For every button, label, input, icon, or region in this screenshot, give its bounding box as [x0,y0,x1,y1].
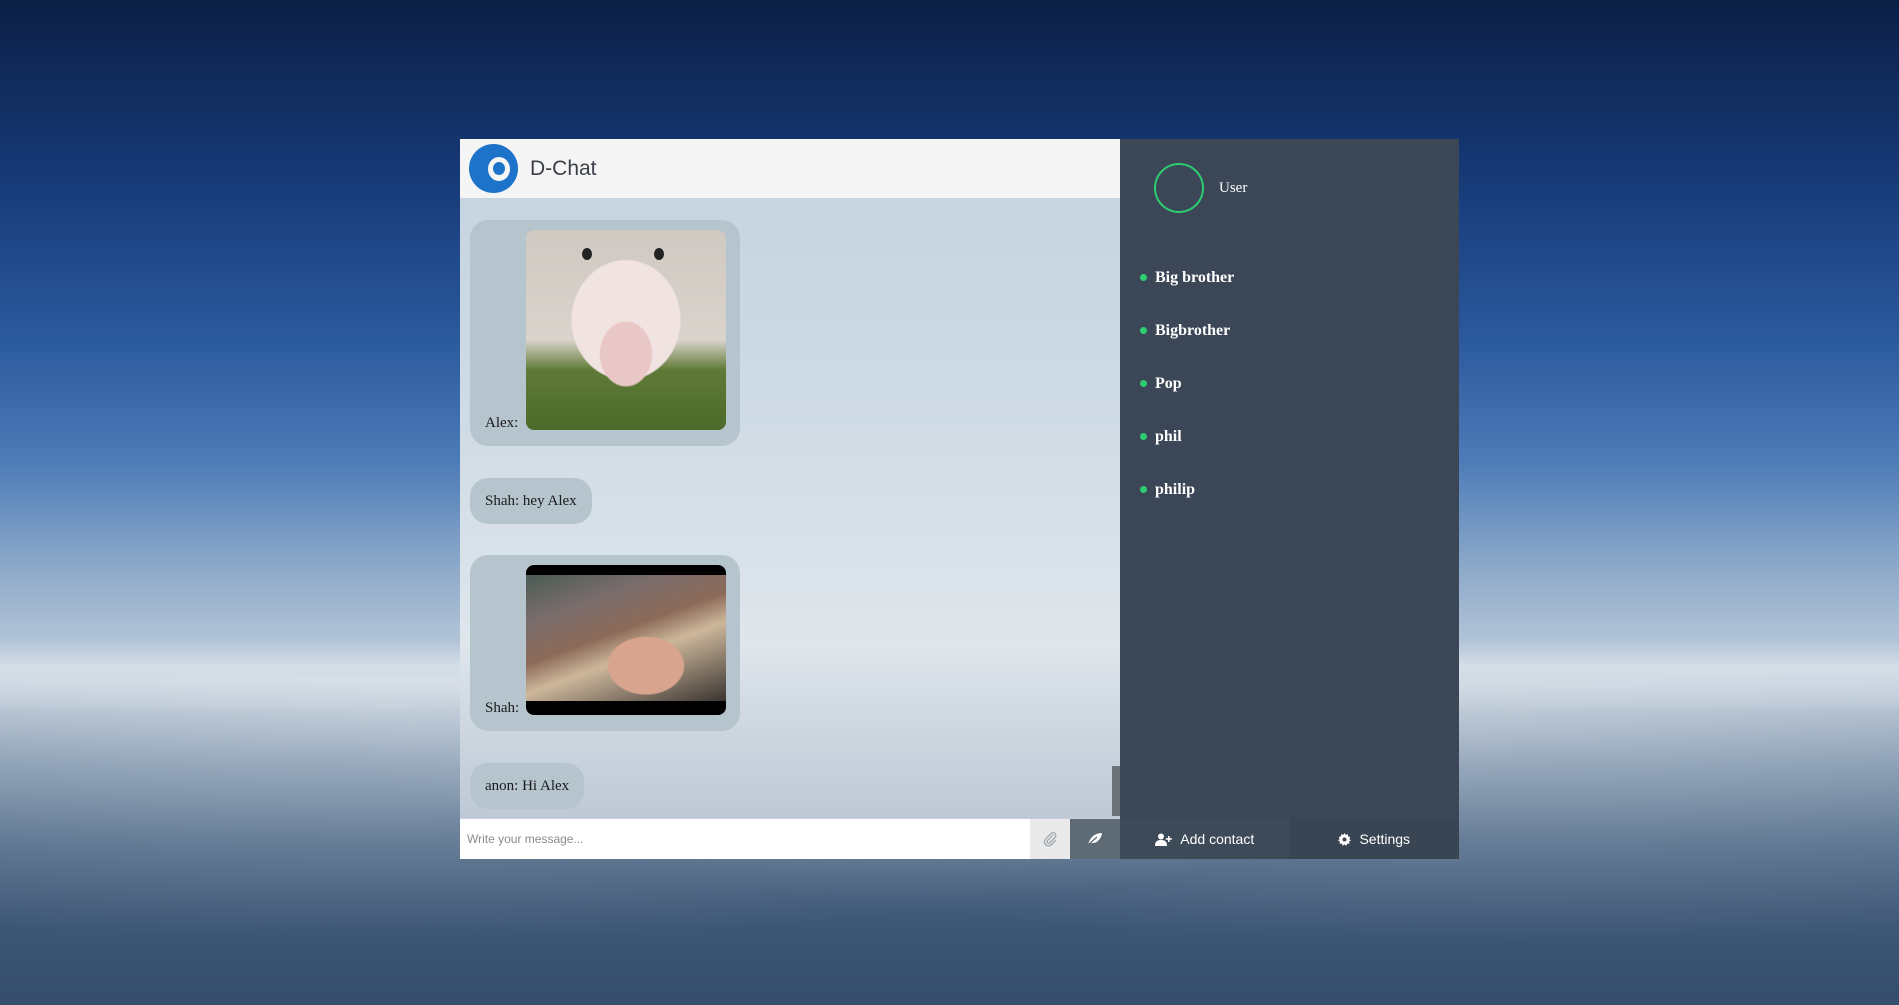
gear-icon [1338,832,1352,846]
app-title: D-Chat [530,156,597,180]
current-user[interactable]: User [1154,163,1247,213]
online-status-icon [1140,486,1147,493]
contact-item[interactable]: phil [1140,410,1234,463]
contact-name: philip [1155,480,1196,498]
leaf-send-icon [1087,833,1102,846]
online-status-icon [1140,433,1147,440]
message-bubble: Alex: [470,220,740,446]
sidebar-footer: Add contact Settings [1120,819,1459,859]
paperclip-icon [1043,832,1057,847]
message-scrollbar[interactable] [1112,766,1120,816]
add-user-icon [1155,833,1173,846]
user-name: User [1219,179,1248,196]
contact-name: Pop [1155,374,1182,392]
contact-name: Big brother [1155,268,1235,286]
message-bubble: Shah: hey Alex [470,478,592,524]
send-button[interactable] [1070,819,1120,859]
online-status-icon [1140,274,1147,281]
online-status-icon [1140,380,1147,387]
message-text: anon: Hi Alex [485,777,570,794]
add-contact-button[interactable]: Add contact [1120,819,1290,859]
message-sender: Shah: [485,700,520,716]
pig-photo-image[interactable] [526,230,726,430]
message-text: Shah: hey Alex [485,492,577,509]
d-chat-logo-icon [469,144,518,193]
online-status-icon [1140,327,1147,334]
contacts-sidebar: User Big brother Bigbrother Pop phil phi… [1120,139,1459,859]
message-sender: Alex: [485,415,519,431]
message-input[interactable] [460,819,1030,859]
chat-panel: D-Chat Alex: Shah: hey Alex Shah: anon: … [460,139,1120,859]
message-bubble: Shah: [470,555,740,731]
settings-label: Settings [1359,831,1411,847]
contact-item[interactable]: Bigbrother [1140,304,1234,357]
avatar[interactable] [1154,163,1204,213]
contact-item[interactable]: Pop [1140,357,1234,410]
settings-button[interactable]: Settings [1289,819,1459,859]
chat-app-window: D-Chat Alex: Shah: hey Alex Shah: anon: … [460,139,1459,859]
message-list[interactable]: Alex: Shah: hey Alex Shah: anon: Hi Alex [460,198,1120,818]
add-contact-label: Add contact [1180,831,1255,847]
contact-name: Bigbrother [1155,321,1231,339]
pig-sleeping-image[interactable] [526,565,726,715]
chat-header: D-Chat [460,139,1120,198]
message-bubble: anon: Hi Alex [470,763,585,809]
contact-name: phil [1155,427,1182,445]
attach-button[interactable] [1030,819,1070,859]
contact-item[interactable]: Big brother [1140,251,1234,304]
message-composer [460,818,1120,859]
contact-item[interactable]: philip [1140,463,1234,516]
contact-list: Big brother Bigbrother Pop phil philip [1140,251,1234,516]
